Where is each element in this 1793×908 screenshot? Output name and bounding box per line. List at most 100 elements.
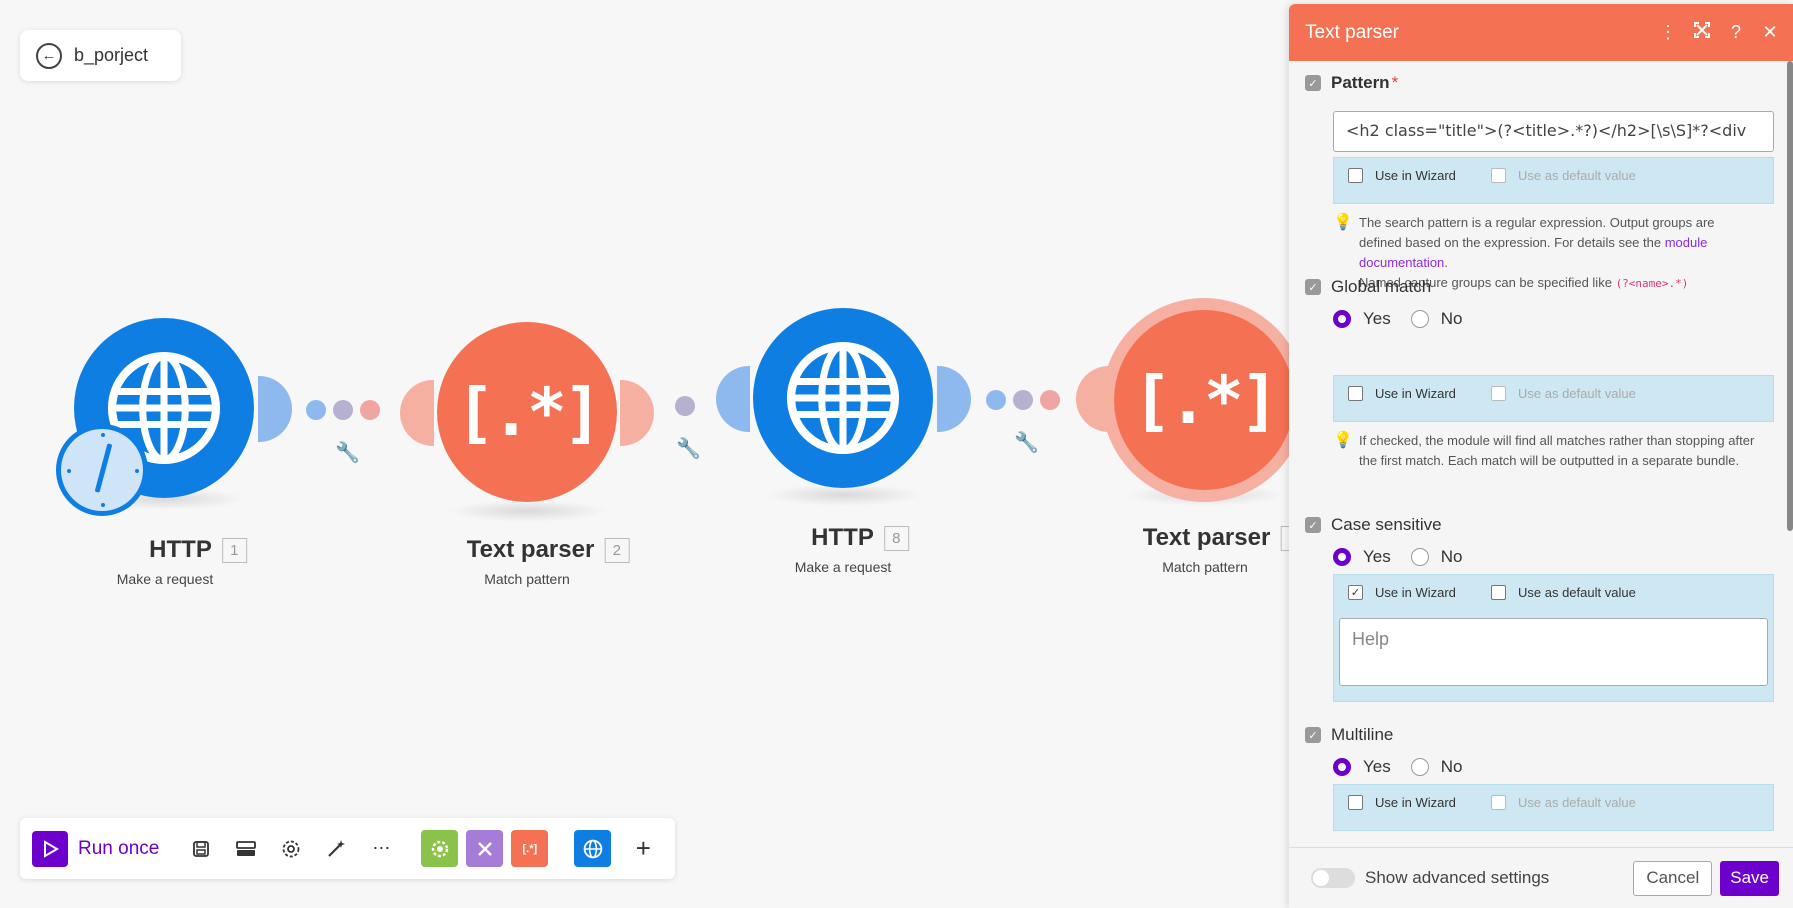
global-match-help: 💡 If checked, the module will find all m… <box>1333 432 1755 468</box>
use-in-wizard-checkbox[interactable]: ✓ <box>1348 585 1363 600</box>
text-parser-chip[interactable]: [.*] <box>511 830 549 867</box>
wizard-options: Use in Wizard Use as default value <box>1333 157 1774 204</box>
use-as-default-label: Use as default value <box>1518 168 1636 183</box>
regex-icon: [.*] <box>1132 361 1280 439</box>
settings-icon[interactable] <box>275 833 307 865</box>
globe-icon <box>786 341 900 455</box>
use-in-wizard-checkbox[interactable] <box>1348 795 1363 810</box>
radio-yes[interactable]: Yes <box>1333 547 1391 567</box>
module-number: 2 <box>604 537 630 563</box>
cancel-button[interactable]: Cancel <box>1633 860 1713 896</box>
connector-ear <box>1076 366 1116 432</box>
multiline-label: Multiline <box>1331 725 1394 744</box>
route-dot <box>360 400 380 420</box>
module-subtitle: Match pattern <box>1162 559 1248 575</box>
add-icon[interactable]: + <box>627 833 659 865</box>
scenario-canvas[interactable]: 🔧 HTTP 1 Make a request [.*] 🔧 Text parse… <box>0 0 1290 908</box>
http-module-8[interactable] <box>753 308 933 488</box>
pattern-input[interactable]: <h2 class="title">(?<title>.*?)</h2>[\s\… <box>1333 111 1774 152</box>
more-vertical-icon[interactable]: ⋮ <box>1651 22 1685 43</box>
module-shadow <box>448 500 608 522</box>
project-name: b_porject <box>74 45 149 65</box>
use-as-default-checkbox[interactable] <box>1491 795 1506 810</box>
route-dot <box>1040 390 1060 410</box>
connector-ear <box>937 366 971 432</box>
panel-title: Text parser <box>1305 21 1399 43</box>
multiline-radio: Yes No <box>1333 757 1462 777</box>
panel-scrollbar[interactable] <box>1787 61 1793 531</box>
help-text: The search pattern is a regular expressi… <box>1359 215 1715 250</box>
use-in-wizard-checkbox[interactable] <box>1348 386 1363 401</box>
flow-control-chip[interactable] <box>466 830 504 867</box>
text-parser-module-9[interactable]: [.*] <box>1114 310 1290 490</box>
pattern-label: Pattern <box>1331 73 1390 92</box>
use-as-default-label: Use as default value <box>1518 795 1636 810</box>
magic-wand-icon[interactable] <box>320 833 352 865</box>
module-settings-panel: Text parser ⋮ ? ✕ ✓ Pattern * <h2 class="… <box>1289 4 1793 908</box>
module-title: HTTP 8 <box>811 524 909 552</box>
collapse-checkbox[interactable]: ✓ <box>1305 75 1321 91</box>
save-button[interactable]: Save <box>1720 860 1779 896</box>
run-once-label: Run once <box>78 837 160 859</box>
play-icon <box>32 830 68 867</box>
global-match-radio: Yes No <box>1333 309 1462 329</box>
use-in-wizard-label: Use in Wizard <box>1375 585 1456 600</box>
use-as-default-checkbox[interactable] <box>1491 168 1506 183</box>
use-in-wizard-checkbox[interactable] <box>1348 168 1363 183</box>
wizard-options: Use in Wizard Use as default value <box>1333 784 1774 831</box>
module-number: 1 <box>221 537 247 563</box>
back-to-scenarios-button[interactable]: ← b_porject <box>20 30 181 81</box>
route-dot <box>986 390 1006 410</box>
radio-no[interactable]: No <box>1410 547 1462 567</box>
advanced-settings-label: Show advanced settings <box>1365 868 1550 887</box>
lightbulb-icon: 💡 <box>1333 432 1353 449</box>
regex-icon: [.*] <box>522 842 538 855</box>
collapse-checkbox[interactable]: ✓ <box>1305 517 1321 533</box>
panel-body[interactable]: ✓ Pattern * <h2 class="title">(?<title>.*… <box>1289 61 1793 847</box>
module-subtitle: Make a request <box>794 559 892 575</box>
route-dot <box>306 400 326 420</box>
multiline-field-head: ✓ Multiline <box>1305 725 1393 745</box>
use-as-default-checkbox[interactable] <box>1491 386 1506 401</box>
collapse-checkbox[interactable]: ✓ <box>1305 279 1321 295</box>
http-chip[interactable] <box>574 830 612 867</box>
radio-yes[interactable]: Yes <box>1333 309 1391 329</box>
code-sample: (?<name>.*) <box>1615 277 1689 290</box>
radio-no[interactable]: No <box>1410 757 1462 777</box>
required-marker: * <box>1391 73 1399 92</box>
text-parser-module-2[interactable]: [.*] <box>437 322 617 502</box>
run-once-button[interactable]: Run once <box>32 830 160 867</box>
route-dot <box>675 396 695 416</box>
connector-ear <box>400 380 434 446</box>
global-match-field-head: ✓ Global match <box>1305 277 1431 297</box>
module-number: 8 <box>883 525 909 551</box>
collapse-checkbox[interactable]: ✓ <box>1305 727 1321 743</box>
regex-icon: [.*] <box>455 373 603 451</box>
module-title: Text parser 2 <box>467 536 630 564</box>
advanced-settings-toggle[interactable] <box>1311 868 1355 888</box>
clock-icon[interactable] <box>56 424 148 516</box>
arrow-left-icon: ← <box>36 42 62 69</box>
route-settings-icon[interactable]: 🔧 <box>1014 430 1039 455</box>
connector-ear <box>716 366 750 432</box>
tools-chip[interactable] <box>421 830 459 867</box>
route-settings-icon[interactable]: 🔧 <box>335 440 360 465</box>
close-icon[interactable]: ✕ <box>1753 22 1787 43</box>
wizard-options: Use in Wizard Use as default value <box>1333 375 1774 422</box>
wizard-help-input[interactable]: Help <box>1339 618 1768 686</box>
autoalign-icon[interactable] <box>230 833 262 865</box>
radio-yes[interactable]: Yes <box>1333 757 1391 777</box>
module-title: HTTP 1 <box>149 536 247 564</box>
help-icon[interactable]: ? <box>1719 22 1753 43</box>
panel-footer: Show advanced settings Cancel Save <box>1289 847 1793 908</box>
case-sensitive-field-head: ✓ Case sensitive <box>1305 515 1442 535</box>
use-as-default-checkbox[interactable] <box>1491 585 1506 600</box>
route-settings-icon[interactable]: 🔧 <box>676 436 701 461</box>
use-as-default-label: Use as default value <box>1518 386 1636 401</box>
save-icon[interactable] <box>185 833 217 865</box>
radio-no[interactable]: No <box>1410 309 1462 329</box>
use-in-wizard-label: Use in Wizard <box>1375 168 1456 183</box>
more-icon[interactable]: ⋯ <box>365 833 397 865</box>
expand-icon[interactable] <box>1685 22 1719 43</box>
use-in-wizard-label: Use in Wizard <box>1375 795 1456 810</box>
